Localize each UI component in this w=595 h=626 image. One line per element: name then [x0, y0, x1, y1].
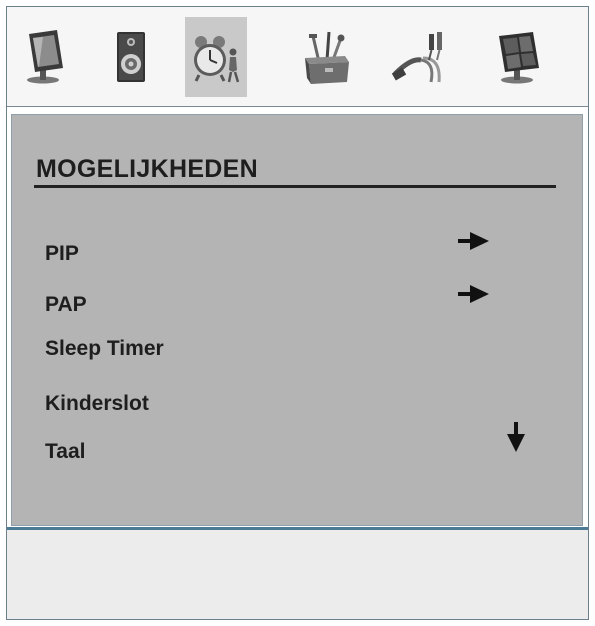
right-arrow-icon[interactable] — [456, 231, 492, 256]
status-bar — [7, 530, 588, 619]
tab-connections[interactable] — [387, 17, 449, 97]
menu-item-pap[interactable]: PAP — [45, 293, 87, 317]
menu-item-pip[interactable]: PIP — [45, 242, 79, 266]
menu-item-taal[interactable]: Taal — [45, 440, 85, 464]
tab-sound[interactable] — [99, 17, 161, 97]
tab-setup[interactable] — [295, 17, 357, 97]
picture-icon — [27, 30, 63, 84]
toolbox-icon — [305, 31, 349, 84]
menu-item-kinderslot[interactable]: Kinderslot — [45, 392, 149, 416]
tv-osd-menu: MOGELIJKHEDEN PIP PAP Sleep Timer Kinder… — [6, 6, 589, 620]
title-underline — [34, 185, 556, 188]
tab-features[interactable] — [185, 17, 247, 97]
menu-icon-bar — [7, 7, 588, 107]
cables-icon — [391, 32, 442, 83]
panel-title: MOGELIJKHEDEN — [36, 155, 258, 183]
monitor-icon — [499, 32, 539, 84]
menu-item-sleep-timer[interactable]: Sleep Timer — [45, 337, 164, 361]
alarm-clock-icon — [194, 36, 240, 83]
tab-source[interactable] — [487, 17, 549, 97]
speaker-icon — [117, 32, 145, 82]
down-arrow-icon[interactable] — [506, 420, 526, 459]
features-panel: MOGELIJKHEDEN PIP PAP Sleep Timer Kinder… — [11, 114, 583, 526]
right-arrow-icon[interactable] — [456, 284, 492, 309]
tab-picture[interactable] — [15, 17, 77, 97]
